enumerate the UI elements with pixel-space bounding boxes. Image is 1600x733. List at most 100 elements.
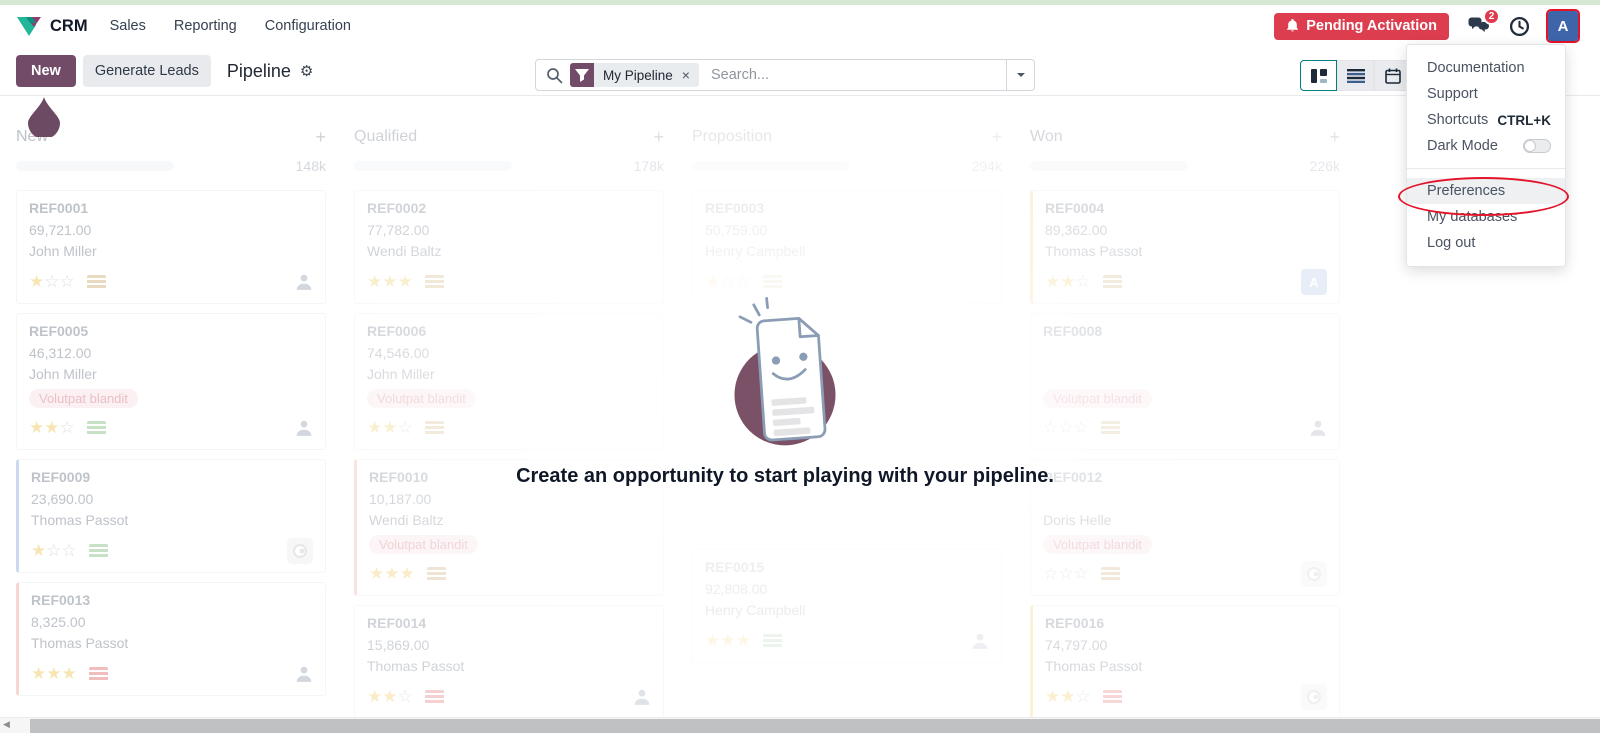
column-progressbar[interactable] — [692, 161, 850, 171]
priority-stars[interactable]: ★★★ — [31, 664, 77, 684]
star-empty-icon[interactable]: ☆ — [398, 687, 413, 707]
priority-stars[interactable]: ★☆☆ — [31, 541, 77, 561]
opportunity-card[interactable]: REF0002 77,782.00 Wendi Baltz ★★★ — [354, 190, 664, 304]
assignee-avatar[interactable] — [1301, 684, 1327, 710]
opportunity-card[interactable]: REF0012 Doris Helle Volutpat blandit ☆☆☆ — [1030, 459, 1340, 596]
star-filled-icon[interactable]: ★ — [31, 541, 46, 561]
star-empty-icon[interactable]: ☆ — [46, 541, 61, 561]
column-progressbar[interactable] — [16, 161, 174, 171]
activity-list-icon[interactable] — [1101, 567, 1120, 581]
activity-list-icon[interactable] — [89, 667, 108, 681]
star-filled-icon[interactable]: ★ — [367, 272, 382, 292]
star-filled-icon[interactable]: ★ — [382, 687, 397, 707]
priority-stars[interactable]: ★★★ — [369, 564, 415, 584]
star-filled-icon[interactable]: ★ — [705, 272, 720, 292]
star-empty-icon[interactable]: ☆ — [62, 541, 77, 561]
menu-item-shortcuts[interactable]: Shortcuts CTRL+K — [1407, 107, 1565, 133]
star-empty-icon[interactable]: ☆ — [1058, 418, 1073, 438]
activity-list-icon[interactable] — [87, 275, 106, 289]
opportunity-card[interactable]: REF0009 23,690.00 Thomas Passot ★☆☆ — [16, 459, 326, 573]
star-filled-icon[interactable]: ★ — [1045, 687, 1060, 707]
menu-item-preferences[interactable]: Preferences — [1407, 178, 1565, 204]
opportunity-card[interactable]: REF0006 74,546.00 John Miller Volutpat b… — [354, 313, 664, 450]
star-empty-icon[interactable]: ☆ — [1058, 564, 1073, 584]
menu-sales[interactable]: Sales — [110, 18, 146, 34]
search-bar[interactable]: My Pipeline × — [535, 59, 1035, 91]
star-filled-icon[interactable]: ★ — [369, 564, 384, 584]
assignee-avatar[interactable] — [295, 273, 313, 291]
messages-button[interactable]: 2 — [1467, 16, 1491, 36]
star-empty-icon[interactable]: ☆ — [398, 418, 413, 438]
assignee-avatar[interactable] — [1309, 419, 1327, 437]
opportunity-card[interactable]: REF0013 8,325.00 Thomas Passot ★★★ — [16, 582, 326, 696]
user-avatar-button[interactable]: A — [1548, 11, 1578, 41]
activity-list-icon[interactable] — [763, 275, 782, 289]
star-filled-icon[interactable]: ★ — [1060, 687, 1075, 707]
activity-list-icon[interactable] — [425, 421, 444, 435]
assignee-avatar[interactable] — [295, 419, 313, 437]
column-progressbar[interactable] — [1030, 161, 1188, 171]
priority-stars[interactable]: ★★☆ — [367, 687, 413, 707]
menu-configuration[interactable]: Configuration — [265, 18, 351, 34]
star-filled-icon[interactable]: ★ — [1060, 272, 1075, 292]
menu-item-dark-mode[interactable]: Dark Mode — [1407, 133, 1565, 159]
star-filled-icon[interactable]: ★ — [705, 631, 720, 651]
star-filled-icon[interactable]: ★ — [398, 272, 413, 292]
star-filled-icon[interactable]: ★ — [720, 631, 735, 651]
column-progressbar[interactable] — [354, 161, 512, 171]
star-filled-icon[interactable]: ★ — [400, 564, 415, 584]
star-filled-icon[interactable]: ★ — [736, 631, 751, 651]
star-filled-icon[interactable]: ★ — [62, 664, 77, 684]
add-record-icon[interactable]: + — [1329, 128, 1340, 146]
assignee-avatar[interactable]: A — [1301, 269, 1327, 295]
opportunity-card[interactable]: REF0004 89,362.00 Thomas Passot ★★☆ A — [1030, 190, 1340, 304]
opportunity-card[interactable]: REF0014 15,869.00 Thomas Passot ★★☆ — [354, 605, 664, 717]
opportunity-card[interactable]: REF0010 10,187.00 Wendi Baltz Volutpat b… — [354, 459, 664, 596]
star-filled-icon[interactable]: ★ — [29, 272, 44, 292]
activity-list-icon[interactable] — [1103, 275, 1122, 289]
activity-list-icon[interactable] — [1101, 421, 1120, 435]
add-record-icon[interactable]: + — [653, 128, 664, 146]
star-empty-icon[interactable]: ☆ — [720, 272, 735, 292]
opportunity-card[interactable]: REF0015 92,808.00 Henry Campbell ★★★ — [692, 549, 1002, 663]
activity-list-icon[interactable] — [1103, 690, 1122, 704]
star-filled-icon[interactable]: ★ — [382, 418, 397, 438]
activity-list-icon[interactable] — [425, 275, 444, 289]
horizontal-scrollbar[interactable]: ◀ — [0, 717, 1600, 733]
star-empty-icon[interactable]: ☆ — [1076, 272, 1091, 292]
priority-stars[interactable]: ☆☆☆ — [1043, 418, 1089, 438]
search-dropdown-toggle[interactable] — [1006, 60, 1034, 90]
menu-item-support[interactable]: Support — [1407, 81, 1565, 107]
activity-list-icon[interactable] — [425, 690, 444, 704]
star-empty-icon[interactable]: ☆ — [1074, 564, 1089, 584]
star-filled-icon[interactable]: ★ — [1045, 272, 1060, 292]
remove-facet-icon[interactable]: × — [682, 68, 690, 82]
search-input[interactable] — [709, 66, 1006, 84]
star-filled-icon[interactable]: ★ — [367, 418, 382, 438]
gear-icon[interactable]: ⚙ — [300, 62, 313, 80]
star-empty-icon[interactable]: ☆ — [1074, 418, 1089, 438]
priority-stars[interactable]: ★★★ — [705, 631, 751, 651]
assignee-avatar[interactable] — [633, 688, 651, 706]
opportunity-card[interactable]: REF0003 50,759.00 Henry Campbell ★☆☆ — [692, 190, 1002, 304]
opportunity-card[interactable]: REF0016 74,797.00 Thomas Passot ★★☆ — [1030, 605, 1340, 717]
assignee-avatar[interactable] — [971, 632, 989, 650]
priority-stars[interactable]: ★★☆ — [367, 418, 413, 438]
priority-stars[interactable]: ★★☆ — [1045, 687, 1091, 707]
pending-activation-button[interactable]: Pending Activation — [1274, 13, 1449, 40]
activity-list-icon[interactable] — [89, 544, 108, 558]
star-filled-icon[interactable]: ★ — [46, 664, 61, 684]
activity-list-icon[interactable] — [427, 567, 446, 581]
star-empty-icon[interactable]: ☆ — [44, 272, 59, 292]
assignee-avatar[interactable] — [295, 665, 313, 683]
star-empty-icon[interactable]: ☆ — [60, 272, 75, 292]
dark-mode-toggle[interactable] — [1523, 139, 1551, 153]
star-filled-icon[interactable]: ★ — [382, 272, 397, 292]
app-switcher[interactable]: CRM — [16, 15, 110, 37]
star-empty-icon[interactable]: ☆ — [60, 418, 75, 438]
new-button[interactable]: New — [16, 55, 76, 87]
menu-reporting[interactable]: Reporting — [174, 18, 237, 34]
kanban-view-button[interactable] — [1300, 60, 1337, 91]
opportunity-card[interactable]: REF0008 Volutpat blandit ☆☆☆ — [1030, 313, 1340, 450]
assignee-avatar[interactable] — [1301, 561, 1327, 587]
